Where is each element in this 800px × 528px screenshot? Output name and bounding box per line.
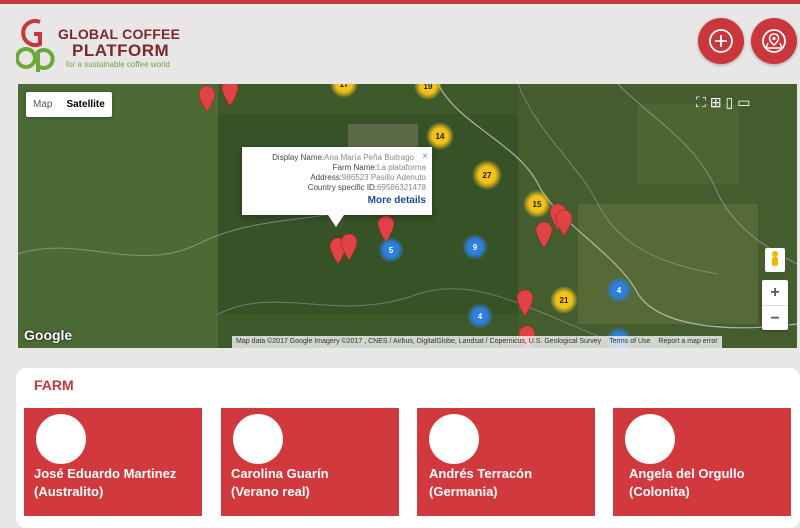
- logo-title-line2: PLATFORM: [72, 41, 170, 60]
- satellite-tab[interactable]: Satellite: [59, 92, 111, 117]
- farm-card[interactable]: Carolina Guarín (Verano real): [221, 408, 399, 516]
- map-attribution: Map data ©2017 Google Imagery ©2017 , CN…: [232, 336, 722, 348]
- exit-fullscreen-icon[interactable]: ⊞: [710, 92, 722, 112]
- farm-name: (Germania): [429, 484, 498, 499]
- plus-circle-icon: [709, 29, 733, 53]
- svg-text:4: 4: [617, 286, 622, 295]
- cluster-14[interactable]: 14: [426, 122, 454, 150]
- farm-section-title: FARM: [34, 377, 74, 393]
- cluster-5[interactable]: 5: [378, 237, 404, 263]
- zoom-control: + −: [762, 280, 788, 330]
- map-type-control: Map Satellite: [26, 92, 112, 117]
- portrait-view-icon[interactable]: ▯: [726, 92, 734, 112]
- map-location-button[interactable]: [751, 18, 797, 64]
- terms-link[interactable]: Terms of Use: [605, 336, 654, 348]
- cluster-21[interactable]: 21: [550, 286, 578, 314]
- top-accent-bar: [0, 0, 800, 4]
- cluster-15[interactable]: 15: [523, 190, 551, 218]
- svg-text:21: 21: [560, 296, 569, 305]
- avatar: [429, 414, 479, 464]
- info-window-pointer: [328, 215, 344, 227]
- avatar: [233, 414, 283, 464]
- farmer-name: Angela del Orgullo: [629, 466, 745, 481]
- svg-text:4: 4: [478, 312, 483, 321]
- fullscreen-icon[interactable]: ⛶: [696, 92, 706, 112]
- farm-card[interactable]: Andrés Terracón (Germania): [417, 408, 595, 516]
- info-address: Address:986523 Pasillo Adenuto: [310, 173, 426, 182]
- farm-info-window: × Display Name:Ana María Peña Buitrago F…: [242, 147, 432, 215]
- info-farm-name: Farm Name:La plataforma: [332, 163, 426, 172]
- farm-card[interactable]: José Eduardo Martinez (Australito): [24, 408, 202, 516]
- logo-title-line1: GLOBAL COFFEE: [58, 26, 181, 42]
- cluster-4b[interactable]: 4: [467, 303, 493, 329]
- farm-panel: FARM José Eduardo Martinez (Australito) …: [16, 368, 800, 528]
- farmer-name: José Eduardo Martinez: [34, 466, 177, 481]
- info-display-name: Display Name:Ana María Peña Buitrago: [272, 153, 414, 162]
- google-logo[interactable]: Google: [24, 327, 72, 343]
- cluster-9[interactable]: 9: [462, 234, 488, 260]
- avatar: [625, 414, 675, 464]
- farmer-name: Andrés Terracón: [429, 466, 533, 481]
- close-icon[interactable]: ×: [422, 151, 428, 162]
- farm-name: (Colonita): [629, 484, 690, 499]
- attribution-text: Map data ©2017 Google Imagery ©2017 , CN…: [236, 338, 602, 345]
- map-view-controls: ⛶ ⊞ ▯ ▭: [696, 92, 751, 112]
- landscape-view-icon[interactable]: ▭: [737, 92, 750, 112]
- avatar: [36, 414, 86, 464]
- farm-map[interactable]: 17 19 14 27 15 21 5 9 4 4 Map Satellite …: [18, 84, 797, 348]
- logo-mark-icon: [16, 19, 55, 72]
- svg-text:19: 19: [424, 84, 433, 91]
- svg-text:15: 15: [533, 200, 542, 209]
- map-tab[interactable]: Map: [26, 92, 59, 117]
- zoom-in-button[interactable]: +: [762, 280, 788, 305]
- cluster-4a[interactable]: 4: [606, 277, 632, 303]
- svg-text:14: 14: [436, 132, 445, 141]
- svg-text:27: 27: [483, 171, 492, 180]
- svg-text:5: 5: [389, 246, 394, 255]
- logo-tagline: for a sustainable coffee world: [66, 60, 170, 69]
- map-location-icon: [762, 29, 786, 53]
- report-error-link[interactable]: Report a map error: [654, 336, 721, 348]
- zoom-out-button[interactable]: −: [762, 306, 788, 331]
- svg-text:17: 17: [340, 84, 349, 89]
- farm-name: (Verano real): [231, 484, 310, 499]
- cluster-27[interactable]: 27: [472, 160, 502, 190]
- street-view-pegman-icon[interactable]: [765, 248, 785, 272]
- more-details-link[interactable]: More details: [368, 195, 426, 206]
- svg-text:9: 9: [473, 243, 478, 252]
- add-button[interactable]: [698, 18, 744, 64]
- info-country-id: Country specific ID:69586321478: [307, 183, 426, 192]
- farm-card[interactable]: Angela del Orgullo (Colonita): [613, 408, 791, 516]
- global-coffee-platform-logo[interactable]: GLOBAL COFFEE PLATFORM for a sustainable…: [16, 14, 186, 74]
- farmer-name: Carolina Guarín: [231, 466, 329, 481]
- satellite-map-imagery: 17 19 14 27 15 21 5 9 4 4: [18, 84, 797, 348]
- farm-name: (Australito): [34, 484, 104, 499]
